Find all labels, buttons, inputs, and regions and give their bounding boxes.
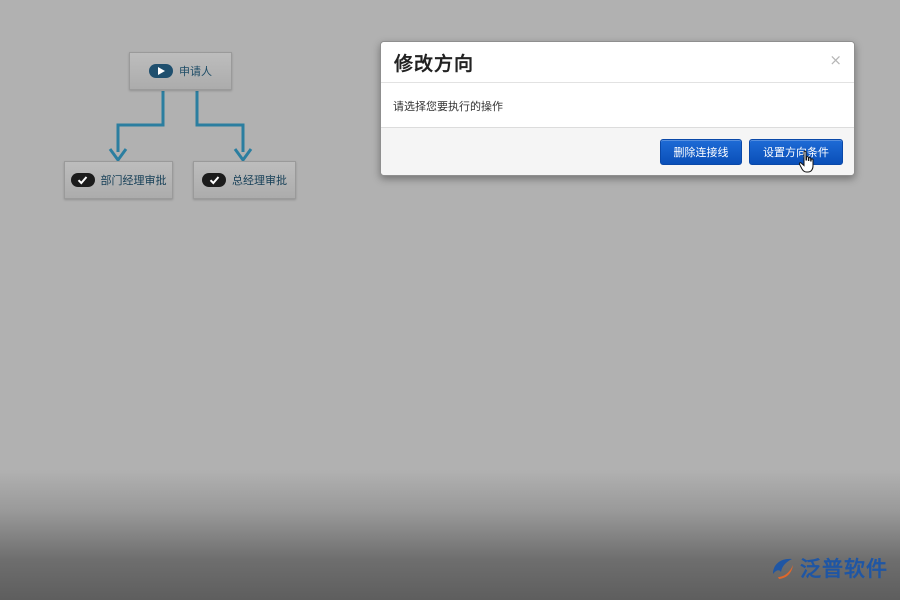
dialog-header: 修改方向 × xyxy=(381,42,854,83)
connector-to-dept-manager[interactable] xyxy=(116,91,165,152)
set-direction-condition-button[interactable]: 设置方向条件 xyxy=(749,139,843,165)
start-node-applicant[interactable]: 申请人 xyxy=(129,52,232,90)
connector-to-general-manager[interactable] xyxy=(195,91,245,152)
dialog-footer: 删除连接线 设置方向条件 xyxy=(381,128,854,175)
change-direction-dialog: 修改方向 × 请选择您要执行的操作 删除连接线 设置方向条件 xyxy=(380,41,855,176)
start-node-label: 申请人 xyxy=(179,65,212,78)
approval-node-label: 部门经理审批 xyxy=(100,174,167,187)
dialog-title: 修改方向 xyxy=(394,53,475,75)
dialog-message: 请选择您要执行的操作 xyxy=(393,100,503,113)
approval-node-label: 总经理审批 xyxy=(232,174,287,187)
delete-connection-button[interactable]: 删除连接线 xyxy=(660,139,742,165)
close-icon[interactable]: × xyxy=(829,51,842,69)
brand-name: 泛普软件 xyxy=(800,557,888,581)
check-icon xyxy=(70,173,95,187)
fanpu-logo-icon xyxy=(773,558,793,579)
approval-node-dept-manager[interactable]: 部门经理审批 xyxy=(64,161,173,199)
flow-connectors xyxy=(108,91,253,163)
workflow-canvas: 申请人 部门经理审批 总经理审批 xyxy=(0,0,360,230)
approval-node-general-manager[interactable]: 总经理审批 xyxy=(193,161,296,199)
hand-cursor-icon xyxy=(798,150,814,173)
play-icon xyxy=(149,64,173,78)
dialog-body: 请选择您要执行的操作 xyxy=(381,83,854,128)
check-icon xyxy=(202,173,226,187)
brand-watermark: 泛普软件 xyxy=(770,553,888,583)
